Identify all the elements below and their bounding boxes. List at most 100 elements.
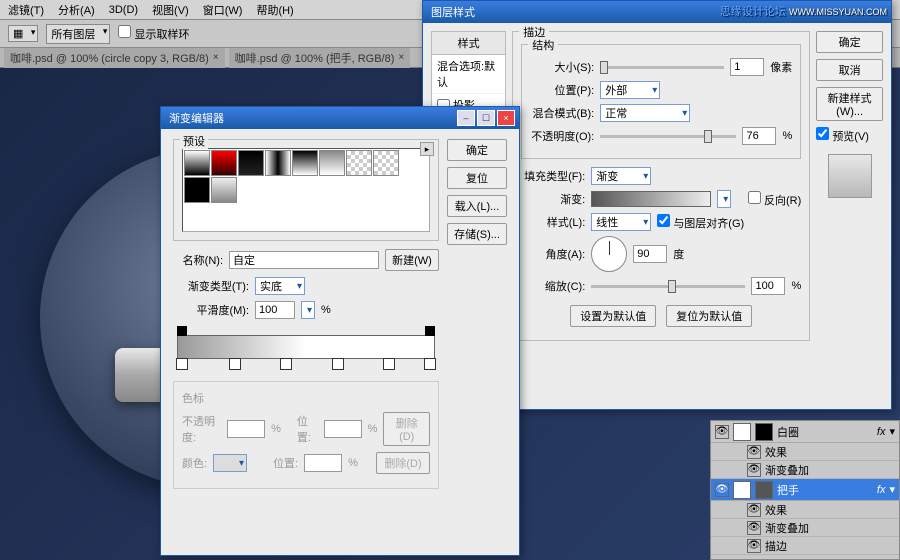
filltype-label: 填充类型(F): (521, 168, 585, 184)
preset-grid[interactable] (182, 148, 430, 232)
menu-filter[interactable]: 滤镜(T) (8, 2, 44, 18)
layer-row-selected[interactable]: 👁 把手 fx▾ (711, 479, 899, 501)
visibility-icon[interactable]: 👁 (747, 521, 761, 535)
chevron-down-icon[interactable]: ▾ (889, 483, 895, 496)
effects-row[interactable]: 👁效果 (711, 443, 899, 461)
close-icon[interactable]: × (398, 52, 404, 63)
layer-row[interactable]: 👁 白圈 fx▾ (711, 421, 899, 443)
mask-thumbnail[interactable] (755, 423, 773, 441)
ok-button[interactable]: 确定 (447, 139, 507, 161)
document-tab[interactable]: 咖啡.psd @ 100% (circle copy 3, RGB/8)× (4, 48, 225, 68)
smoothness-label: 平滑度(M): (173, 302, 249, 318)
maximize-icon[interactable]: ☐ (477, 110, 495, 126)
effect-gradient-overlay[interactable]: 👁渐变叠加 (711, 519, 899, 537)
layer-thumbnail[interactable] (733, 423, 751, 441)
smoothness-dropdown[interactable] (301, 301, 315, 319)
close-icon[interactable]: × (497, 110, 515, 126)
menu-3d[interactable]: 3D(D) (109, 4, 138, 16)
minimize-icon[interactable]: – (457, 110, 475, 126)
styles-header: 样式 (432, 32, 505, 55)
scale-label: 缩放(C): (521, 278, 585, 294)
gradient-bar[interactable] (177, 335, 435, 359)
effect-gradient-overlay[interactable]: 👁渐变叠加 (711, 461, 899, 479)
filltype-combo[interactable]: 渐变 (591, 167, 651, 185)
sampling-ring-checkbox[interactable]: 显示取样环 (118, 25, 189, 42)
new-button[interactable]: 新建(W) (385, 249, 439, 271)
gradient-picker[interactable] (591, 191, 711, 207)
stop-position-label: 位置: (297, 413, 318, 445)
stop-color-swatch (213, 454, 247, 472)
scale-slider[interactable] (591, 285, 745, 288)
menu-analysis[interactable]: 分析(A) (58, 2, 95, 18)
layer-name[interactable]: 把手 (777, 482, 799, 498)
dialog-title: 图层样式 (431, 4, 475, 20)
size-slider[interactable] (600, 66, 724, 69)
menu-window[interactable]: 窗口(W) (203, 2, 243, 18)
presets-label: 预设 (180, 133, 208, 149)
visibility-icon[interactable]: 👁 (747, 463, 761, 477)
gradient-type-label: 渐变类型(T): (173, 278, 249, 294)
mask-thumbnail[interactable] (755, 481, 773, 499)
align-checkbox[interactable]: 与图层对齐(G) (657, 214, 744, 231)
size-input[interactable] (730, 58, 764, 76)
size-label: 大小(S): (530, 59, 594, 75)
new-style-button[interactable]: 新建样式(W)... (816, 87, 883, 121)
presets-group: 预设 ▸ (173, 139, 439, 241)
save-button[interactable]: 存储(S)... (447, 223, 507, 245)
scale-input[interactable] (751, 277, 785, 295)
visibility-icon[interactable]: 👁 (715, 425, 729, 439)
pct-label: % (782, 130, 792, 142)
smoothness-input[interactable] (255, 301, 295, 319)
stop-position-input (324, 420, 362, 438)
layer-name[interactable]: 白圈 (777, 424, 799, 440)
visibility-icon[interactable]: 👁 (747, 445, 761, 459)
chevron-down-icon[interactable]: ▾ (889, 425, 895, 438)
close-icon[interactable]: × (213, 52, 219, 63)
cancel-button[interactable]: 取消 (816, 59, 883, 81)
opacity-label: 不透明度(O): (530, 128, 594, 144)
titlebar[interactable]: 图层样式 思缘设计论坛 WWW.MISSYUAN.COM (423, 1, 891, 23)
fx-badge[interactable]: fx (877, 484, 886, 496)
blendmode-combo[interactable]: 正常 (600, 104, 690, 122)
layer-thumbnail[interactable] (733, 481, 751, 499)
layers-dropdown[interactable]: 所有图层 (46, 24, 110, 44)
structure-title: 结构 (528, 37, 558, 53)
angle-input[interactable] (633, 245, 667, 263)
preview-checkbox[interactable]: 预览(V) (816, 127, 883, 144)
load-button[interactable]: 载入(L)... (447, 195, 507, 217)
gradient-dropdown[interactable] (717, 190, 731, 208)
effect-stroke[interactable]: 👁描边 (711, 537, 899, 555)
style-combo[interactable]: 线性 (591, 213, 651, 231)
reset-button[interactable]: 复位 (447, 167, 507, 189)
menu-view[interactable]: 视图(V) (152, 2, 189, 18)
reset-default-button[interactable]: 复位为默认值 (666, 305, 752, 327)
opacity-slider[interactable] (600, 135, 736, 138)
visibility-icon[interactable]: 👁 (715, 483, 729, 497)
swatch-dropdown[interactable]: ▦ (8, 25, 38, 42)
stops-panel: 色标 不透明度: % 位置: % 删除(D) 颜色: 位置: % 删除(D) (173, 381, 439, 489)
visibility-icon[interactable]: 👁 (747, 539, 761, 553)
position-combo[interactable]: 外部 (600, 81, 660, 99)
reverse-checkbox[interactable]: 反向(R) (737, 191, 801, 208)
gradient-type-combo[interactable]: 实底 (255, 277, 305, 295)
effects-row[interactable]: 👁效果 (711, 501, 899, 519)
make-default-button[interactable]: 设置为默认值 (570, 305, 656, 327)
gradient-label: 渐变: (521, 191, 585, 207)
stroke-group: 描边 结构 大小(S): 像素 位置(P): 外部 混合模式(B): (512, 31, 810, 341)
blend-options-item[interactable]: 混合选项:默认 (432, 55, 505, 94)
titlebar[interactable]: 渐变编辑器 – ☐ × (161, 107, 519, 129)
name-label: 名称(N): (173, 252, 223, 268)
angle-dial[interactable] (591, 236, 627, 272)
opacity-input[interactable] (742, 127, 776, 145)
ok-button[interactable]: 确定 (816, 31, 883, 53)
pct-label: % (791, 280, 801, 292)
stops-label: 色标 (182, 390, 430, 406)
visibility-icon[interactable]: 👁 (747, 503, 761, 517)
document-tab[interactable]: 咖啡.psd @ 100% (把手, RGB/8)× (229, 48, 411, 68)
menu-help[interactable]: 帮助(H) (256, 2, 293, 18)
name-input[interactable] (229, 251, 379, 269)
fx-badge[interactable]: fx (877, 426, 886, 438)
delete-stop-button: 删除(D) (383, 412, 430, 446)
stop-color-position-input (304, 454, 342, 472)
flyout-icon[interactable]: ▸ (420, 142, 434, 156)
